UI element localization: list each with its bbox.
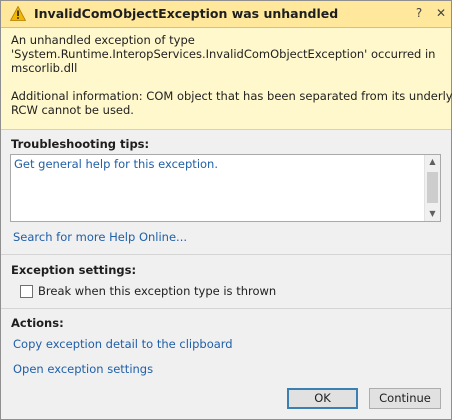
- troubleshooting-heading: Troubleshooting tips:: [11, 137, 150, 151]
- copy-exception-detail-link[interactable]: Copy exception detail to the clipboard: [13, 337, 233, 351]
- exception-settings-heading: Exception settings:: [11, 263, 137, 277]
- exception-type-line-2: 'System.Runtime.InteropServices.InvalidC…: [11, 47, 436, 61]
- tips-scrollbar[interactable]: ▲ ▼: [424, 155, 440, 221]
- break-on-throw-checkbox[interactable]: [20, 285, 33, 298]
- actions-heading: Actions:: [11, 316, 64, 330]
- scroll-down-icon[interactable]: ▼: [425, 207, 440, 221]
- title-bar[interactable]: InvalidComObjectException was unhandled …: [1, 1, 451, 28]
- dialog-title: InvalidComObjectException was unhandled: [34, 6, 339, 21]
- search-help-online-link[interactable]: Search for more Help Online...: [13, 230, 187, 244]
- scroll-up-icon[interactable]: ▲: [425, 155, 440, 169]
- exception-message-panel: An unhandled exception of type 'System.R…: [1, 28, 452, 130]
- open-exception-settings-link[interactable]: Open exception settings: [13, 362, 153, 376]
- continue-button[interactable]: Continue: [369, 388, 441, 409]
- exception-type-line-1: An unhandled exception of type: [11, 33, 195, 47]
- additional-info-line-2: RCW cannot be used.: [11, 103, 134, 117]
- ok-button[interactable]: OK: [287, 388, 358, 409]
- tip-general-help-link[interactable]: Get general help for this exception.: [14, 157, 218, 171]
- additional-info-line-1: Additional information: COM object that …: [11, 89, 452, 103]
- warning-icon: [10, 6, 26, 21]
- break-on-throw-label[interactable]: Break when this exception type is thrown: [38, 284, 276, 298]
- divider: [1, 308, 451, 309]
- exception-dialog: InvalidComObjectException was unhandled …: [0, 0, 452, 420]
- scroll-thumb[interactable]: [427, 172, 438, 203]
- help-button[interactable]: ?: [411, 5, 427, 21]
- exception-type-line-3: mscorlib.dll: [11, 61, 78, 75]
- divider: [1, 254, 451, 255]
- close-icon[interactable]: ✕: [433, 5, 449, 21]
- troubleshooting-tips-list[interactable]: Get general help for this exception. ▲ ▼: [10, 154, 441, 222]
